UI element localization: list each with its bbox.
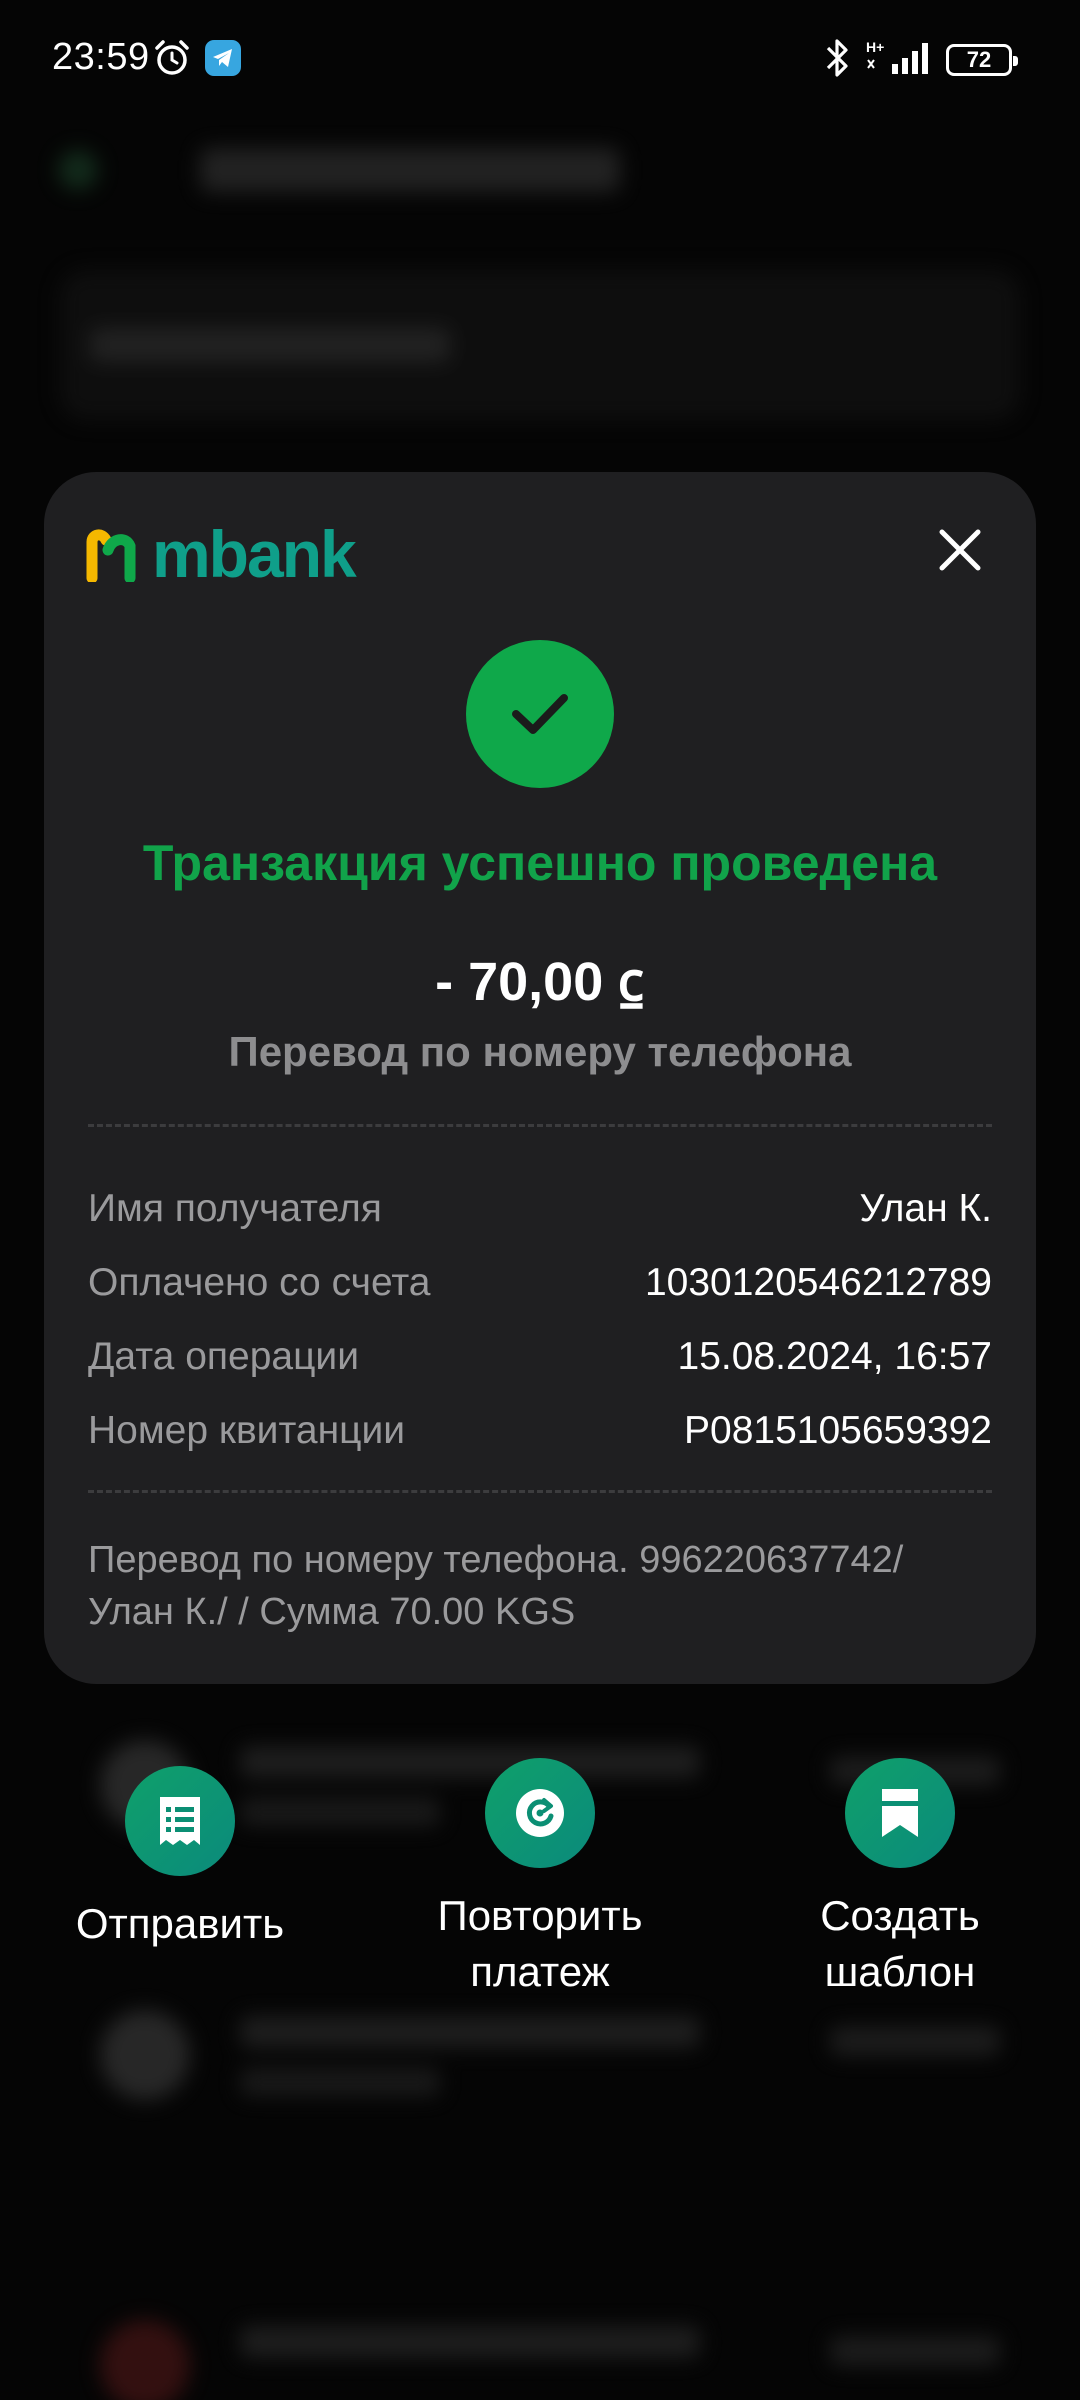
detail-label: Имя получателя	[88, 1187, 382, 1230]
detail-label: Номер квитанции	[88, 1409, 406, 1452]
repeat-payment-button[interactable]: Повторить платеж	[380, 1758, 700, 2000]
success-check-icon	[466, 640, 614, 788]
repeat-icon	[485, 1758, 595, 1868]
bluetooth-icon	[826, 39, 848, 77]
repeat-payment-label: Повторить платеж	[437, 1892, 643, 1995]
mbank-logo-text: mbank	[152, 517, 357, 591]
battery-icon: 72	[946, 44, 1018, 76]
network-type: H+	[866, 39, 884, 55]
detail-value: P0815105659392	[684, 1409, 992, 1452]
mbank-logo: mbank	[86, 517, 357, 591]
telegram-icon	[205, 40, 241, 76]
receipt-icon	[125, 1766, 235, 1876]
details-list: Имя получателя Улан К. Оплачено со счета…	[88, 1172, 992, 1468]
detail-row-account: Оплачено со счета 1030120546212789	[88, 1246, 992, 1320]
create-template-label: Создать шаблон	[820, 1892, 980, 1995]
transaction-type: Перевод по номеру телефона	[228, 1028, 852, 1075]
detail-label: Дата операции	[88, 1335, 359, 1378]
detail-label: Оплачено со счета	[88, 1261, 431, 1304]
create-template-button[interactable]: Создать шаблон	[740, 1758, 1060, 2000]
transaction-amount: - 70,00 ⃀	[435, 952, 645, 1012]
detail-row-date: Дата операции 15.08.2024, 16:57	[88, 1320, 992, 1394]
divider	[88, 1490, 992, 1493]
close-icon[interactable]	[934, 524, 986, 576]
send-label: Отправить	[75, 1900, 285, 1947]
alarm-icon	[155, 40, 189, 75]
battery-level: 72	[966, 47, 992, 72]
detail-value: Улан К.	[859, 1187, 992, 1230]
transaction-status-title: Транзакция успешно проведена	[142, 835, 938, 891]
screen: 23:59 H+ 72 mbank Транзакция успешно про…	[0, 0, 1080, 2400]
mbank-logo-mark	[86, 529, 136, 582]
transaction-description: Перевод по номеру телефона. 996220637742…	[88, 1539, 904, 1633]
detail-value: 15.08.2024, 16:57	[677, 1335, 992, 1378]
detail-row-receipt-number: Номер квитанции P0815105659392	[88, 1394, 992, 1468]
signal-icon: H+	[866, 39, 928, 74]
divider	[88, 1124, 992, 1127]
bookmark-icon	[845, 1758, 955, 1868]
receipt-card: mbank Транзакция успешно проведена - 70,…	[44, 472, 1036, 1684]
detail-row-recipient: Имя получателя Улан К.	[88, 1172, 992, 1246]
status-bar: 23:59 H+ 72	[0, 0, 1080, 120]
status-time: 23:59	[52, 36, 150, 78]
detail-value: 1030120546212789	[644, 1261, 992, 1304]
send-button[interactable]: Отправить	[20, 1766, 340, 1952]
receipt-actions: Отправить Повторитьплатеж Создатьшабло	[0, 1758, 1080, 2018]
